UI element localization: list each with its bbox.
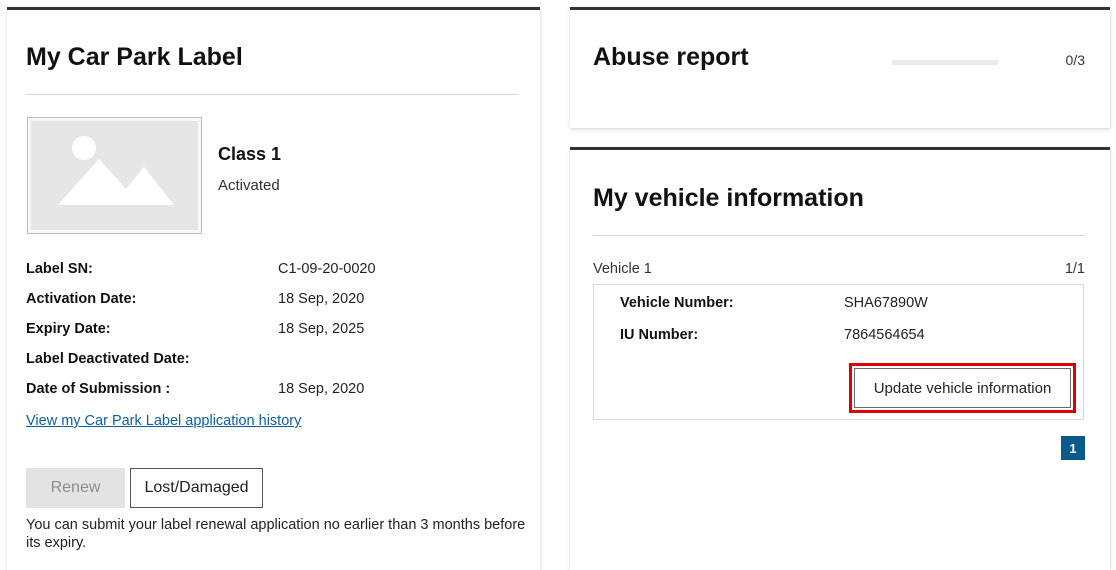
application-history-link[interactable]: View my Car Park Label application histo… [26,413,301,429]
car-park-label-title: My Car Park Label [26,43,243,71]
vehicle-header: Vehicle 1 1/1 [593,261,1085,277]
vehicle-number-label: Vehicle Number: [620,295,734,311]
abuse-report-card: Abuse report 0/3 [570,7,1110,128]
label-thumbnail [27,117,202,234]
info-label: Date of Submission : [26,381,171,397]
vehicle-label: Vehicle 1 [593,261,652,277]
abuse-progress-bar [892,60,998,65]
vehicle-info-title: My vehicle information [593,184,864,212]
vehicle-page-indicator: 1/1 [1064,261,1085,277]
info-label: Expiry Date: [26,321,111,337]
info-value: 18 Sep, 2020 [278,381,365,397]
vehicle-details-box: Vehicle Number: SHA67890W IU Number: 786… [593,284,1084,420]
info-value: 18 Sep, 2025 [278,321,365,337]
abuse-report-title: Abuse report [593,43,749,71]
title-divider [26,94,518,95]
update-vehicle-button[interactable]: Update vehicle information [854,368,1071,408]
label-status: Activated [218,177,280,194]
info-value: 18 Sep, 2020 [278,291,365,307]
vehicle-number-value: SHA67890W [844,295,928,311]
pagination-page-1[interactable]: 1 [1061,436,1085,460]
renew-button[interactable]: Renew [26,468,125,508]
abuse-count: 0/3 [1065,52,1085,68]
renewal-note: You can submit your label renewal applic… [26,517,526,551]
image-placeholder-icon [31,121,198,230]
title-divider [593,235,1085,236]
info-label: Label Deactivated Date: [26,351,190,367]
car-park-label-card: My Car Park Label Class 1 Activated Labe… [7,7,540,570]
vehicle-info-card: My vehicle information Vehicle 1 1/1 Veh… [570,147,1110,570]
info-label: Label SN: [26,261,93,277]
iu-number-label: IU Number: [620,327,699,343]
label-class-name: Class 1 [218,144,282,164]
info-value: C1-09-20-0020 [278,261,376,277]
info-label: Activation Date: [26,291,137,307]
iu-number-value: 7864564654 [844,327,925,343]
lost-damaged-button[interactable]: Lost/Damaged [130,468,263,508]
